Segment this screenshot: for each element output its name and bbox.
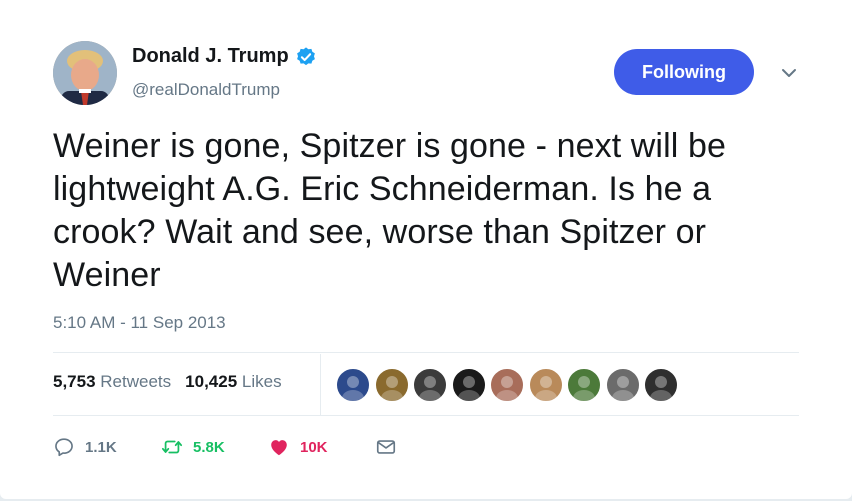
liker-person-avatar[interactable] — [490, 368, 524, 402]
stats-divider-bottom — [53, 415, 799, 416]
liker-text-logo-avatar[interactable] — [451, 368, 486, 402]
liker-person-avatar[interactable] — [644, 368, 678, 402]
liker-golf-avatar[interactable] — [567, 368, 601, 402]
stats-separator — [320, 354, 321, 416]
retweet-count: 5.8K — [193, 438, 225, 456]
heart-icon — [271, 440, 287, 456]
likes-stat[interactable]: 10,425 Likes — [185, 372, 281, 391]
liker-person-avatar[interactable] — [528, 368, 563, 402]
retweets-label: Retweets — [100, 372, 172, 391]
retweets-count: 5,753 — [53, 372, 96, 391]
author-name[interactable]: Donald J. Trump — [132, 45, 289, 68]
retweets-stat[interactable]: 5,753 Retweets — [53, 372, 171, 391]
tweet-timestamp[interactable]: 5:10 AM - 11 Sep 2013 — [53, 313, 226, 333]
author-handle[interactable]: @realDonaldTrump — [132, 80, 280, 100]
chevron-down-icon[interactable] — [780, 64, 798, 82]
liker-person-avatar[interactable] — [413, 368, 447, 402]
like-count: 10K — [300, 438, 328, 456]
direct-message-button[interactable] — [375, 436, 397, 458]
engagement-stats: 5,753 Retweets 10,425 Likes — [53, 372, 282, 392]
reply-count: 1.1K — [85, 438, 117, 456]
author-name-row: Donald J. Trump — [132, 45, 317, 68]
likes-label: Likes — [241, 372, 282, 391]
likes-count: 10,425 — [185, 372, 238, 391]
stats-divider-top — [53, 352, 799, 353]
verified-badge-icon — [296, 46, 315, 65]
retweet-button[interactable]: 5.8K — [161, 436, 225, 458]
liker-seal-avatar[interactable] — [336, 368, 370, 402]
reply-button[interactable]: 1.1K — [53, 436, 117, 458]
liker-statue-avatar[interactable] — [605, 368, 640, 402]
following-button[interactable]: Following — [614, 49, 754, 95]
author-avatar[interactable] — [53, 41, 117, 105]
reply-icon — [55, 438, 73, 457]
liker-watch-avatar[interactable] — [374, 368, 409, 402]
author-avatar-image — [53, 41, 117, 105]
mail-icon — [376, 440, 396, 454]
like-button[interactable]: 10K — [268, 436, 328, 458]
tweet-card: Donald J. Trump @realDonaldTrump Followi… — [0, 0, 852, 499]
tweet-text: Weiner is gone, Spitzer is gone - next w… — [53, 127, 726, 294]
retweet-icon — [161, 440, 183, 454]
